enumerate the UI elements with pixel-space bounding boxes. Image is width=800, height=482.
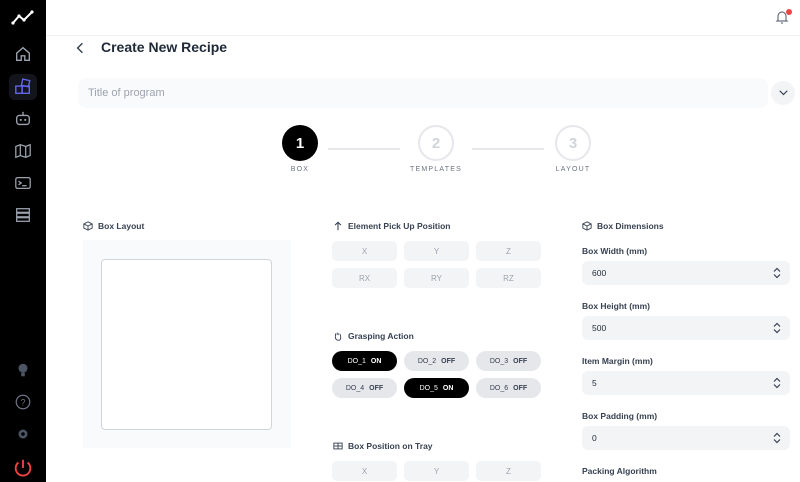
box-width-label: Box Width (mm) — [582, 246, 648, 256]
stepper-arrows-icon[interactable] — [773, 322, 781, 334]
pickup-rz-input[interactable]: RZ — [476, 268, 541, 288]
do5-name: DO_5 — [419, 384, 438, 392]
do5-state: ON — [442, 384, 454, 392]
box-width-value: 600 — [592, 268, 607, 278]
pickup-y-input[interactable]: Y — [404, 241, 469, 261]
dimensions-heading-text: Box Dimensions — [597, 221, 664, 231]
sidebar: ? — [0, 0, 46, 482]
box-padding-label: Box Padding (mm) — [582, 411, 658, 421]
do1-state: ON — [370, 357, 382, 365]
stepper-connector — [472, 148, 544, 150]
tray-heading-text: Box Position on Tray — [348, 441, 433, 451]
do2-state: OFF — [441, 357, 456, 365]
storage-icon[interactable] — [13, 205, 33, 225]
svg-text:?: ? — [20, 398, 25, 408]
lightbulb-icon[interactable] — [13, 360, 33, 380]
grasping-heading-text: Grasping Action — [348, 331, 414, 341]
cube-icon — [83, 221, 93, 231]
item-margin-field[interactable]: 5 — [582, 371, 790, 395]
do2-name: DO_2 — [417, 357, 437, 365]
arrow-up-icon — [334, 221, 342, 231]
do4-toggle[interactable]: DO_4 OFF — [332, 378, 397, 398]
do4-name: DO_4 — [345, 384, 365, 392]
hand-icon — [334, 332, 342, 341]
do5-toggle[interactable]: DO_5 ON — [404, 378, 469, 398]
step-2-circle[interactable]: 2 — [418, 125, 454, 161]
tray-heading: Box Position on Tray — [333, 440, 433, 452]
notification-dot — [786, 9, 792, 15]
help-icon[interactable]: ? — [13, 392, 33, 412]
do6-state: OFF — [513, 384, 528, 392]
tray-y-input[interactable]: Y — [404, 461, 469, 481]
do4-state: OFF — [369, 384, 384, 392]
robot-icon[interactable] — [13, 109, 33, 129]
box-height-label: Box Height (mm) — [582, 301, 650, 311]
page-title: Create New Recipe — [101, 39, 228, 55]
step-3-circle[interactable]: 3 — [555, 125, 591, 161]
terminal-icon[interactable] — [13, 173, 33, 193]
recipes-icon[interactable] — [13, 77, 33, 97]
grasping-heading: Grasping Action — [333, 330, 414, 342]
item-margin-label: Item Margin (mm) — [582, 356, 653, 366]
top-bar — [46, 0, 800, 36]
box-height-value: 500 — [592, 323, 607, 333]
cube-icon — [582, 221, 592, 231]
step-1-label: BOX — [290, 166, 310, 173]
tray-icon — [333, 442, 343, 450]
program-title-input[interactable] — [78, 78, 768, 108]
box-padding-value: 0 — [592, 433, 597, 443]
pickup-x-input[interactable]: X — [332, 241, 397, 261]
step-2-label: TEMPLATES — [410, 166, 462, 173]
do3-toggle[interactable]: DO_3 OFF — [476, 351, 541, 371]
stepper-arrows-icon[interactable] — [773, 432, 781, 444]
map-icon[interactable] — [13, 141, 33, 161]
tray-x-input[interactable]: X — [332, 461, 397, 481]
do1-toggle[interactable]: DO_1 ON — [332, 351, 397, 371]
box-height-field[interactable]: 500 — [582, 316, 790, 340]
dimensions-heading: Box Dimensions — [582, 220, 664, 232]
chevron-down-icon — [778, 90, 788, 96]
do6-toggle[interactable]: DO_6 OFF — [476, 378, 541, 398]
box-width-field[interactable]: 600 — [582, 261, 790, 285]
box-layout-preview — [101, 259, 272, 430]
stepper-arrows-icon[interactable] — [773, 267, 781, 279]
box-layout-heading: Box Layout — [83, 220, 144, 232]
expand-button[interactable] — [771, 81, 795, 105]
item-margin-value: 5 — [592, 378, 597, 388]
pickup-ry-input[interactable]: RY — [404, 268, 469, 288]
box-layout-heading-text: Box Layout — [98, 221, 145, 231]
pickup-heading: Element Pick Up Position — [333, 220, 451, 232]
home-icon[interactable] — [13, 44, 33, 64]
settings-icon[interactable] — [13, 424, 33, 444]
back-button[interactable] — [72, 38, 88, 58]
step-1-circle[interactable]: 1 — [282, 125, 318, 161]
do1-name: DO_1 — [347, 357, 366, 365]
power-icon[interactable] — [11, 456, 35, 480]
step-3-label: LAYOUT — [555, 166, 591, 173]
pickup-heading-text: Element Pick Up Position — [348, 221, 451, 231]
tray-z-input[interactable]: Z — [476, 461, 541, 481]
stepper-arrows-icon[interactable] — [773, 377, 781, 389]
chevron-left-icon — [76, 42, 83, 54]
pickup-rx-input[interactable]: RX — [332, 268, 397, 288]
packing-algorithm-label: Packing Algorithm — [582, 466, 657, 476]
do2-toggle[interactable]: DO_2 OFF — [404, 351, 469, 371]
logo-chart-icon[interactable] — [11, 8, 35, 28]
do3-name: DO_3 — [489, 357, 509, 365]
do6-name: DO_6 — [489, 384, 509, 392]
stepper-connector — [328, 148, 400, 150]
pickup-z-input[interactable]: Z — [476, 241, 541, 261]
box-padding-field[interactable]: 0 — [582, 426, 790, 450]
do3-state: OFF — [513, 357, 528, 365]
